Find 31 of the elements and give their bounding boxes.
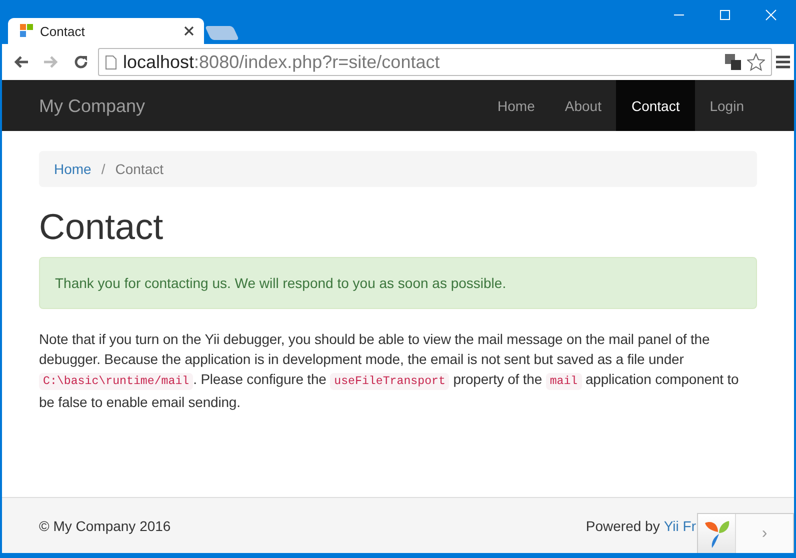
browser-tab[interactable]: Contact	[8, 18, 204, 44]
menu-icon[interactable]	[776, 55, 790, 69]
breadcrumb-current: Contact	[115, 160, 164, 179]
reload-icon	[73, 54, 89, 70]
brand-link[interactable]: My Company	[39, 96, 483, 116]
breadcrumb-separator: /	[100, 160, 106, 179]
favicon-icon	[20, 24, 34, 38]
star-icon[interactable]	[747, 53, 765, 71]
nav-item[interactable]: Login	[694, 80, 759, 131]
back-arrow-icon	[13, 55, 29, 69]
page-icon	[105, 54, 117, 70]
copyright-text: © My Company 2016	[39, 516, 172, 536]
powered-by-text: Powered by	[586, 516, 660, 536]
nav-item[interactable]: About	[550, 80, 616, 131]
close-tab-icon[interactable]	[184, 26, 194, 36]
breadcrumb-link[interactable]: Home	[54, 159, 92, 179]
debug-logo-button[interactable]	[698, 514, 735, 553]
translate-icon[interactable]	[725, 54, 741, 70]
nav-item[interactable]: Contact	[616, 80, 695, 131]
page-heading: Contact	[39, 207, 164, 247]
new-tab-button[interactable]	[204, 26, 240, 40]
url-text: localhost:8080/index.php?r=site/contact	[123, 52, 440, 72]
maximize-icon	[719, 9, 731, 21]
note-paragraph: Note that if you turn on the Yii debugger, you should be able to view the mail message on the mail panel of the debugger. Because the application is in development mode, the email is not sent but saved as a file under C:\basic\runtime/mail . Please configure the useFileTransport property of the mail application component to be false to enable email sending.	[39, 330, 740, 412]
close-icon	[765, 9, 777, 21]
forward-arrow-icon	[43, 55, 59, 69]
success-alert: Thank you for contacting us. We will respond to you as soon as possible.	[39, 257, 757, 309]
nav-item[interactable]: Home	[482, 80, 550, 131]
framework-link[interactable]: Yii Fr	[664, 516, 696, 536]
address-bar[interactable]: localhost:8080/index.php?r=site/contact	[98, 48, 772, 76]
yii-logo-icon	[704, 518, 730, 548]
